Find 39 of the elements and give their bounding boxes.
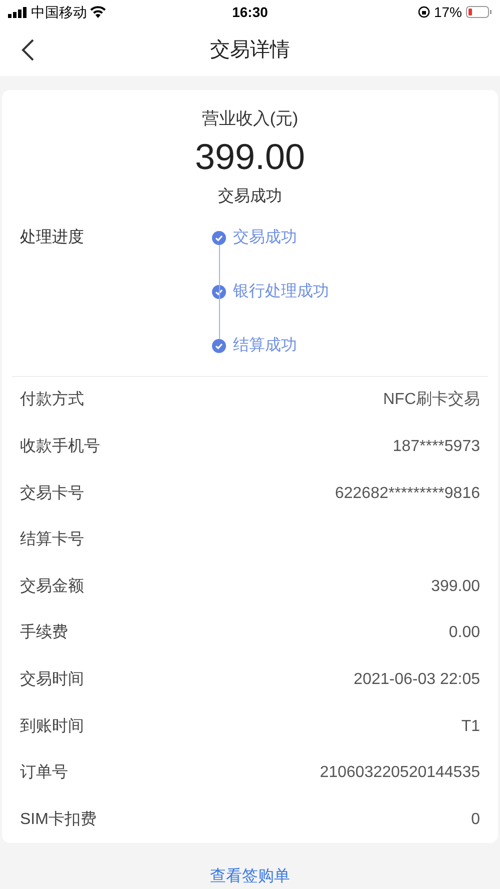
detail-value: 0 bbox=[471, 810, 480, 830]
progress-label: 处理进度 bbox=[20, 228, 84, 248]
page-title: 交易详情 bbox=[210, 38, 290, 64]
battery-icon bbox=[466, 6, 492, 18]
carrier-name: 中国移动 bbox=[31, 2, 87, 22]
check-circle-icon bbox=[212, 285, 226, 300]
detail-label: 交易时间 bbox=[20, 670, 84, 690]
battery-percent: 17% bbox=[434, 2, 462, 22]
detail-value: 622682*********9816 bbox=[334, 484, 480, 504]
progress-step: 结算成功 bbox=[233, 334, 297, 358]
detail-value: 210603220520144535 bbox=[320, 763, 480, 784]
detail-label: 收款手机号 bbox=[20, 436, 100, 457]
detail-value: NFC刷卡交易 bbox=[383, 390, 480, 410]
income-label: 营业收入(元) bbox=[202, 108, 298, 130]
progress-step: 交易成功 bbox=[233, 226, 297, 250]
check-circle-icon bbox=[212, 339, 226, 354]
detail-label: 订单号 bbox=[20, 763, 68, 784]
detail-label: 结算卡号 bbox=[20, 530, 84, 550]
rotation-lock-icon bbox=[418, 6, 430, 18]
transaction-status: 交易成功 bbox=[218, 186, 282, 208]
detail-label: 付款方式 bbox=[20, 390, 84, 410]
detail-label: 交易卡号 bbox=[20, 484, 84, 504]
detail-label: 交易金额 bbox=[20, 576, 84, 597]
signal-icon bbox=[8, 6, 28, 18]
detail-label: SIM卡扣费 bbox=[20, 810, 96, 830]
check-circle-icon bbox=[212, 231, 226, 246]
back-icon bbox=[21, 38, 35, 62]
view-receipt-link[interactable]: 查看签购单 bbox=[210, 865, 290, 889]
clock-time: 16:30 bbox=[232, 2, 268, 22]
detail-label: 手续费 bbox=[20, 622, 68, 644]
detail-value: 399.00 bbox=[431, 576, 480, 597]
wifi-icon bbox=[90, 6, 106, 18]
progress-step: 银行处理成功 bbox=[233, 280, 329, 304]
income-amount: 399.00 bbox=[194, 135, 306, 180]
detail-value: T1 bbox=[461, 716, 480, 737]
detail-value: 187****5973 bbox=[392, 436, 480, 457]
detail-label: 到账时间 bbox=[20, 716, 84, 737]
detail-value: 0.00 bbox=[448, 623, 480, 644]
detail-value: 2021-06-03 22:05 bbox=[354, 670, 480, 690]
